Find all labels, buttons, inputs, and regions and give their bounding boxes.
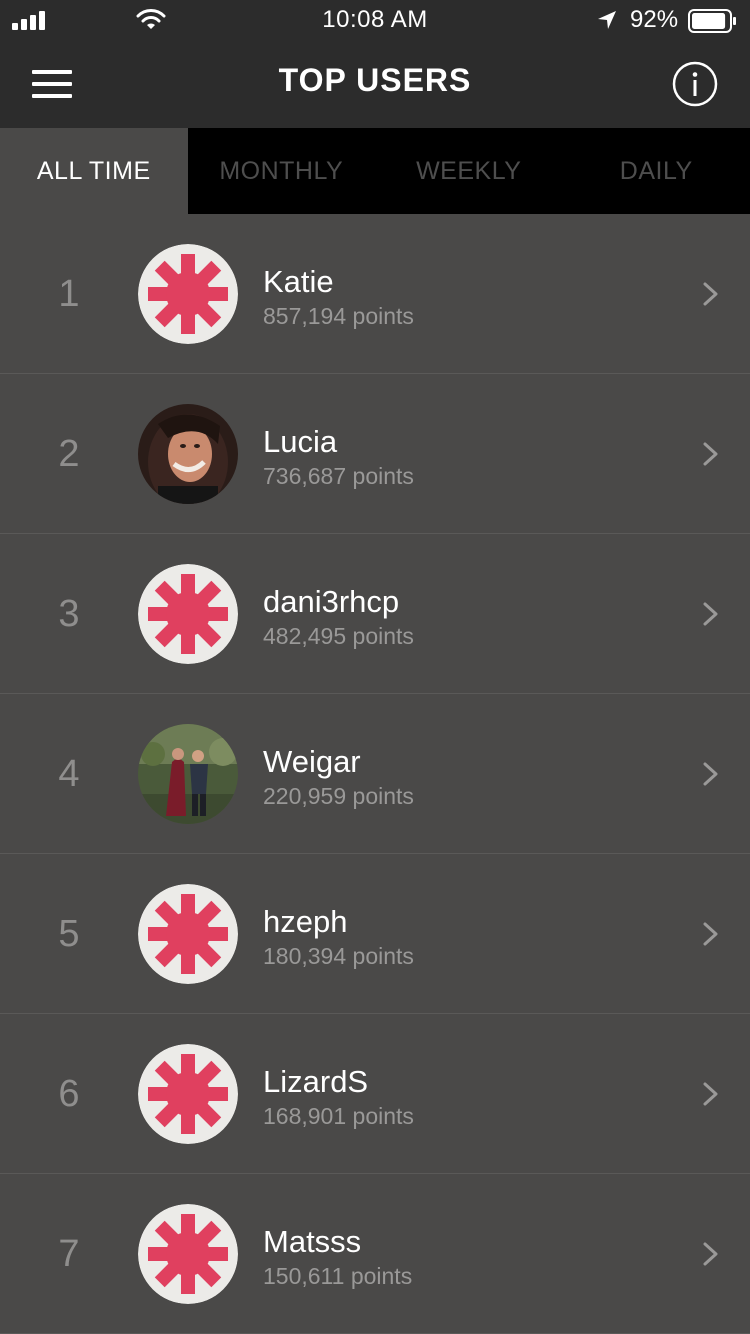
chevron-right-icon: [703, 1082, 718, 1106]
info-icon[interactable]: [672, 61, 718, 107]
period-tabs: ALL TIME MONTHLY WEEKLY DAILY: [0, 128, 750, 214]
avatar-asterisk-logo: [138, 884, 238, 984]
user-row[interactable]: 7 Matsss 150,611 points: [0, 1174, 750, 1334]
user-name: dani3rhcp: [263, 584, 400, 619]
rank-number: 4: [58, 753, 80, 795]
rank-number: 6: [58, 1073, 80, 1115]
tab-all-time[interactable]: ALL TIME: [0, 128, 188, 214]
rank-number: 7: [58, 1233, 80, 1275]
avatar-photo: [138, 724, 238, 824]
user-points: 180,394 points: [263, 943, 414, 969]
location-arrow-icon: [598, 11, 616, 29]
chevron-right-icon: [703, 922, 718, 946]
rank-number: 2: [58, 433, 80, 475]
tab-monthly[interactable]: MONTHLY: [188, 128, 376, 214]
avatar-asterisk-logo: [138, 564, 238, 664]
avatar-asterisk-logo: [138, 1204, 238, 1304]
chevron-right-icon: [703, 762, 718, 786]
avatar-photo: [138, 404, 238, 504]
battery-percent: 92%: [630, 6, 679, 33]
user-name: Lucia: [263, 424, 338, 459]
leaderboard-list: 1 Katie 857,194 points 2 Lucia 736,687 p…: [0, 214, 750, 1334]
user-row[interactable]: 6 LizardS 168,901 points: [0, 1014, 750, 1174]
user-points: 482,495 points: [263, 623, 414, 649]
user-points: 736,687 points: [263, 463, 414, 489]
rank-number: 5: [58, 913, 80, 955]
avatar-asterisk-logo: [138, 1044, 238, 1144]
battery-icon: [688, 9, 736, 33]
user-points: 220,959 points: [263, 783, 414, 809]
user-row[interactable]: 2 Lucia 736,687 points: [0, 374, 750, 534]
user-row[interactable]: 4 Weigar 220,959 points: [0, 694, 750, 854]
chevron-right-icon: [703, 602, 718, 626]
chevron-right-icon: [703, 282, 718, 306]
tab-daily[interactable]: DAILY: [563, 128, 750, 214]
user-points: 150,611 points: [263, 1263, 413, 1289]
rank-number: 1: [58, 273, 80, 315]
user-name: hzeph: [263, 904, 348, 939]
user-points: 857,194 points: [263, 303, 414, 329]
user-row[interactable]: 3 dani3rhcp 482,495 points: [0, 534, 750, 694]
user-name: Matsss: [263, 1224, 362, 1259]
user-name: Weigar: [263, 744, 361, 779]
user-row[interactable]: 1 Katie 857,194 points: [0, 214, 750, 374]
page-title: TOP USERS: [278, 62, 472, 98]
app-screen: 10:08 AM 92% TOP USERS ALL TIME MONTHLY …: [0, 0, 750, 1334]
user-name: Katie: [263, 264, 334, 299]
avatar-asterisk-logo: [138, 244, 238, 344]
status-bar: 10:08 AM 92%: [0, 0, 750, 40]
chevron-right-icon: [703, 1242, 718, 1266]
app-header: TOP USERS: [0, 40, 750, 128]
user-name: LizardS: [263, 1064, 369, 1099]
top-bar: 10:08 AM 92% TOP USERS: [0, 0, 750, 128]
tab-weekly[interactable]: WEEKLY: [375, 128, 563, 214]
user-row[interactable]: 5 hzeph 180,394 points: [0, 854, 750, 1014]
rank-number: 3: [58, 593, 80, 635]
chevron-right-icon: [703, 442, 718, 466]
user-points: 168,901 points: [263, 1103, 414, 1129]
